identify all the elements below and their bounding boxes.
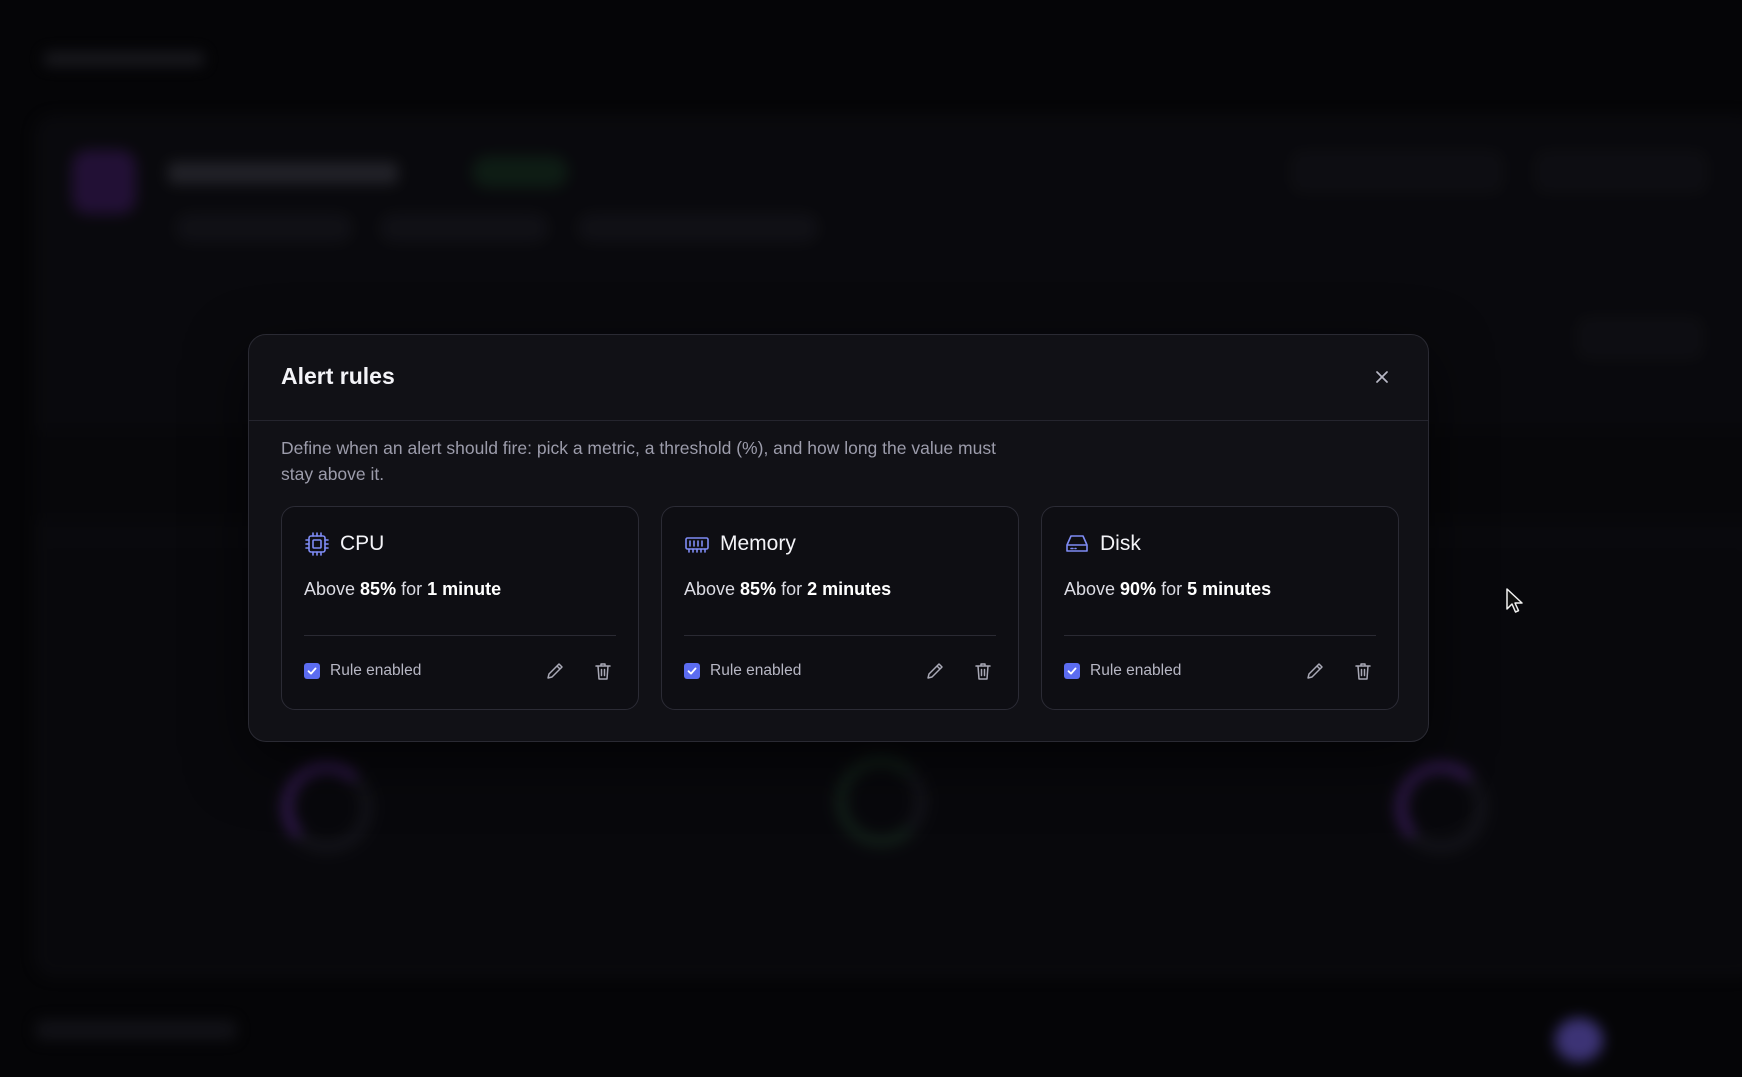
modal-title: Alert rules	[281, 363, 395, 389]
rule-condition: Above 90% for 5 minutes	[1064, 579, 1272, 599]
modal-header: Alert rules	[249, 335, 1428, 421]
check-icon	[307, 667, 317, 675]
rule-duration: 1 minute	[427, 579, 502, 599]
background-footer-avatar	[1555, 1018, 1603, 1062]
background-gauge	[836, 756, 926, 846]
pencil-icon	[1307, 663, 1323, 679]
rule-enabled-checkbox[interactable]	[684, 663, 700, 679]
close-icon	[1376, 371, 1388, 383]
trash-icon	[1355, 663, 1371, 680]
rule-enabled-label: Rule enabled	[330, 662, 422, 679]
background-footer	[36, 1020, 236, 1040]
edit-rule-button[interactable]	[922, 658, 948, 684]
check-icon	[687, 667, 697, 675]
rule-card-disk: Disk Above 90% for 5 minutes Rule enable…	[1041, 506, 1399, 710]
check-icon	[1067, 667, 1077, 675]
rule-condition: Above 85% for 1 minute	[304, 579, 502, 599]
background-gauge	[1396, 762, 1486, 852]
background-status-badge	[472, 156, 568, 188]
background-title	[168, 162, 398, 184]
modal-description: Define when an alert should fire: pick a…	[281, 438, 996, 484]
rule-enabled-label: Rule enabled	[710, 662, 802, 679]
rule-card-memory: Memory Above 85% for 2 minutes Rule enab…	[661, 506, 1019, 710]
card-divider	[1064, 635, 1376, 636]
card-divider	[684, 635, 996, 636]
alert-rules-modal: Alert rules Define when an alert should …	[248, 334, 1429, 742]
edit-rule-button[interactable]	[1302, 658, 1328, 684]
background-button	[1292, 152, 1502, 192]
memory-icon	[684, 531, 710, 557]
delete-rule-button[interactable]	[590, 658, 616, 684]
rule-metric-name: Disk	[1100, 532, 1141, 555]
rule-metric-name: Memory	[720, 532, 796, 555]
pencil-icon	[547, 663, 563, 679]
pencil-icon	[927, 663, 943, 679]
rule-cards: CPU Above 85% for 1 minute Rule enabled	[281, 506, 1399, 710]
cpu-chip-icon	[304, 531, 330, 557]
background-pill	[578, 214, 818, 242]
rule-duration: 2 minutes	[807, 579, 892, 599]
rule-metric-name: CPU	[340, 532, 385, 555]
rule-threshold: 85%	[740, 579, 777, 599]
edit-rule-button[interactable]	[542, 658, 568, 684]
background-breadcrumb	[44, 52, 204, 66]
background-button	[1578, 318, 1702, 358]
delete-rule-button[interactable]	[1350, 658, 1376, 684]
disk-drive-icon	[1064, 531, 1090, 557]
rule-duration: 5 minutes	[1187, 579, 1272, 599]
background-pill	[176, 214, 352, 242]
background-button	[1536, 152, 1706, 192]
rule-condition: Above 85% for 2 minutes	[684, 579, 892, 599]
background-avatar	[72, 150, 136, 214]
background-gauge	[282, 762, 372, 852]
card-divider	[304, 635, 616, 636]
rule-enabled-checkbox[interactable]	[304, 663, 320, 679]
trash-icon	[975, 663, 991, 680]
rule-card-cpu: CPU Above 85% for 1 minute Rule enabled	[281, 506, 639, 710]
close-button[interactable]	[1370, 365, 1394, 389]
rule-enabled-label: Rule enabled	[1090, 662, 1182, 679]
rule-enabled-checkbox[interactable]	[1064, 663, 1080, 679]
mouse-cursor-icon	[1506, 588, 1523, 613]
background-pill	[380, 214, 548, 242]
rule-threshold: 90%	[1120, 579, 1157, 599]
trash-icon	[595, 663, 611, 680]
rule-threshold: 85%	[360, 579, 397, 599]
delete-rule-button[interactable]	[970, 658, 996, 684]
